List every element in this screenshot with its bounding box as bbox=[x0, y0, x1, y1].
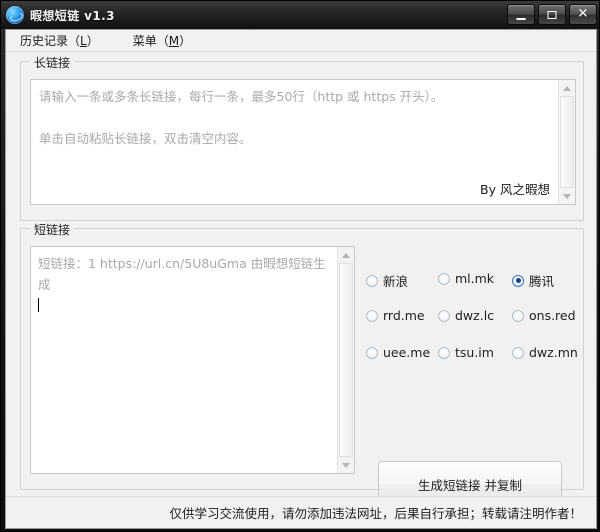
short-link-caret-line bbox=[38, 295, 330, 316]
close-button[interactable]: ✕ bbox=[569, 4, 597, 25]
radio-option-dwz-mn[interactable]: dwz.mn bbox=[512, 345, 578, 360]
long-link-textarea[interactable]: 请输入一条或多条长链接，每行一条，最多50行（http 或 https 开头）。… bbox=[30, 79, 576, 205]
status-bar: 仅供学习交流使用，请勿添加违法网址，后果自行承担；转载请注明作者！ bbox=[6, 496, 596, 528]
short-link-group: 短链接 短链接：1 https://url.cn/5U8uGma 由暇想短链生成… bbox=[20, 221, 584, 490]
long-link-placeholder: 请输入一条或多条长链接，每行一条，最多50行（http 或 https 开头）。… bbox=[31, 80, 558, 204]
radio-label: uee.me bbox=[383, 345, 431, 360]
radio-selected-icon bbox=[512, 274, 524, 287]
long-link-placeholder-line1: 请输入一条或多条长链接，每行一条，最多50行（http 或 https 开头）。 bbox=[39, 89, 444, 104]
provider-radio-group: 新浪 ml.mk 腾讯 rrd.me dwz.lc ons.red uee.me… bbox=[366, 271, 578, 382]
radio-label: dwz.mn bbox=[529, 345, 578, 360]
radio-option-tsu-im[interactable]: tsu.im bbox=[438, 345, 512, 360]
radio-label: ons.red bbox=[529, 308, 576, 323]
menu-bar: 历史记录（L） 菜单（M） bbox=[6, 30, 596, 52]
menu-item-menu-tail: ） bbox=[179, 34, 192, 48]
radio-option-ons-red[interactable]: ons.red bbox=[512, 308, 576, 323]
menu-item-menu[interactable]: 菜单（M） bbox=[131, 30, 201, 51]
app-swirl-icon bbox=[6, 6, 24, 24]
short-link-scrollbar-thumb[interactable] bbox=[339, 263, 353, 457]
short-link-placeholder: 短链接：1 https://url.cn/5U8uGma 由暇想短链生成 bbox=[38, 256, 326, 292]
radio-option-rrd-me[interactable]: rrd.me bbox=[366, 308, 438, 323]
long-link-group: 长链接 请输入一条或多条长链接，每行一条，最多50行（http 或 https … bbox=[20, 54, 584, 221]
radio-icon bbox=[366, 274, 378, 287]
long-link-scrollbar-thumb[interactable] bbox=[560, 96, 574, 188]
short-link-group-title: 短链接 bbox=[30, 221, 75, 238]
close-icon: ✕ bbox=[577, 6, 589, 21]
short-link-scrollbar[interactable] bbox=[337, 247, 354, 473]
application-window: 暇想短链 v1.3 ✕ 历史记录（L） 菜单（M） 长链接 请输入一条或多条长链… bbox=[0, 0, 600, 532]
minimize-button[interactable] bbox=[507, 4, 535, 25]
long-link-scrollbar[interactable] bbox=[558, 80, 575, 204]
menu-item-history-text: 历史记录（ bbox=[20, 34, 81, 48]
client-area: 历史记录（L） 菜单（M） 长链接 请输入一条或多条长链接，每行一条，最多50行… bbox=[5, 29, 597, 529]
menu-item-history-tail: ） bbox=[86, 34, 99, 48]
long-link-group-title: 长链接 bbox=[30, 54, 75, 71]
radio-icon bbox=[438, 346, 450, 359]
radio-option-uee-me[interactable]: uee.me bbox=[366, 345, 438, 360]
radio-icon bbox=[366, 346, 378, 359]
window-title: 暇想短链 v1.3 bbox=[30, 8, 115, 23]
window-controls: ✕ bbox=[507, 4, 597, 25]
text-caret bbox=[38, 298, 39, 312]
short-link-textarea[interactable]: 短链接：1 https://url.cn/5U8uGma 由暇想短链生成 bbox=[30, 246, 355, 474]
maximize-button[interactable] bbox=[538, 4, 566, 25]
author-byline: By 风之暇想 bbox=[480, 182, 550, 197]
radio-label: 新浪 bbox=[383, 274, 409, 289]
radio-label: rrd.me bbox=[383, 308, 425, 323]
short-link-content: 短链接：1 https://url.cn/5U8uGma 由暇想短链生成 bbox=[31, 247, 337, 473]
scroll-up-icon[interactable] bbox=[559, 80, 575, 96]
radio-option-tengxun[interactable]: 腾讯 bbox=[512, 271, 576, 290]
scroll-up-icon[interactable] bbox=[338, 247, 354, 263]
menu-item-menu-text: 菜单（ bbox=[132, 34, 169, 48]
menu-item-history-mnemonic: L bbox=[80, 34, 87, 48]
radio-icon bbox=[512, 309, 524, 322]
radio-icon bbox=[438, 272, 450, 285]
menu-item-history[interactable]: 历史记录（L） bbox=[18, 30, 109, 51]
radio-option-dwz-lc[interactable]: dwz.lc bbox=[438, 308, 512, 323]
scroll-down-icon[interactable] bbox=[559, 188, 575, 204]
radio-option-ml-mk[interactable]: ml.mk bbox=[438, 271, 512, 286]
scroll-down-icon[interactable] bbox=[338, 457, 354, 473]
menu-item-menu-mnemonic: M bbox=[168, 34, 180, 48]
radio-icon bbox=[512, 346, 524, 359]
radio-label: ml.mk bbox=[455, 271, 495, 286]
title-bar[interactable]: 暇想短链 v1.3 ✕ bbox=[1, 1, 599, 29]
status-disclaimer-text: 仅供学习交流使用，请勿添加违法网址，后果自行承担；转载请注明作者！ bbox=[169, 506, 582, 521]
radio-label: tsu.im bbox=[455, 345, 494, 360]
radio-label: dwz.lc bbox=[455, 308, 495, 323]
radio-option-xinlang[interactable]: 新浪 bbox=[366, 271, 438, 290]
long-link-placeholder-line2: 单击自动粘贴长链接，双击清空内容。 bbox=[39, 131, 252, 146]
radio-label: 腾讯 bbox=[529, 274, 555, 289]
radio-icon bbox=[366, 309, 378, 322]
radio-icon bbox=[438, 309, 450, 322]
